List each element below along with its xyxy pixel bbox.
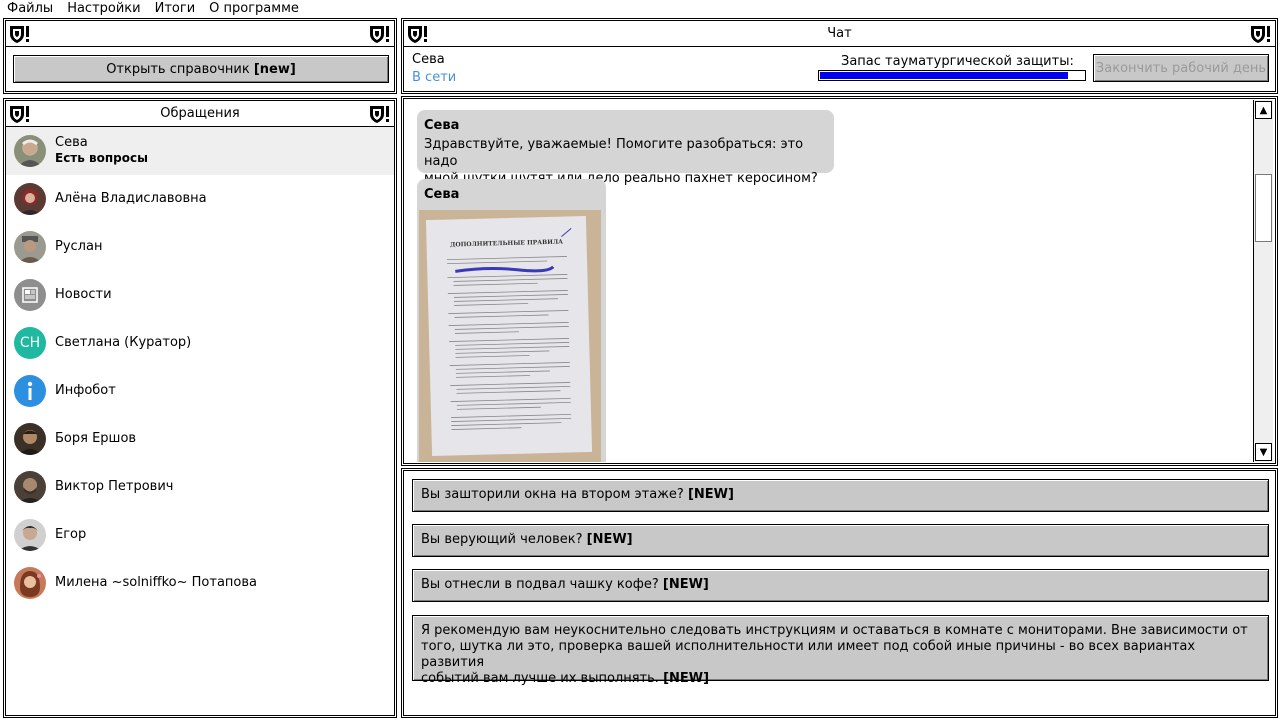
end-day-label: Закончить рабочий день [1095, 60, 1267, 76]
message-sender: Сева [424, 187, 460, 202]
shield-icon [370, 26, 389, 43]
contact-name: Инфобот [55, 383, 116, 398]
protection-progress-bar [818, 70, 1086, 81]
answer-option[interactable]: Я рекомендую вам неукоснительно следоват… [412, 615, 1269, 686]
chat-titlebar: Чат [404, 21, 1275, 47]
answer-option[interactable]: Вы отнесли в подвал чашку кофе? [NEW] [412, 569, 1269, 602]
contact-name: Руслан [55, 239, 103, 254]
photo-avatar-man-dark [14, 423, 46, 455]
contacts-panel: Обращения Сева Есть вопросы Алёна Владис… [3, 98, 397, 718]
contact-name: Сева [55, 135, 88, 150]
answer-text: Вы зашторили окна на втором этаже? [421, 487, 684, 502]
contact-name: Егор [55, 527, 87, 542]
open-reference-button[interactable]: Открыть справочник [new] [13, 55, 389, 83]
contact-name: Новости [55, 287, 112, 302]
shield-icon [408, 26, 427, 43]
answer-text-line: того, шутка ли это, проверка вашей испол… [421, 639, 1196, 670]
menu-settings[interactable]: Настройки [60, 0, 147, 17]
menu-bar: Файлы Настройки Итоги О программе [0, 0, 1280, 17]
contact-item[interactable]: СН Светлана (Куратор) [6, 319, 395, 367]
shield-icon [1251, 26, 1270, 43]
photo-avatar-young-man [14, 519, 46, 551]
contact-item[interactable]: Виктор Петрович [6, 463, 395, 511]
newspaper-icon [14, 279, 46, 311]
initials-avatar: СН [14, 327, 46, 359]
contact-item[interactable]: Боря Ершов [6, 415, 395, 463]
contact-name: Боря Ершов [55, 431, 137, 446]
info-icon [14, 375, 46, 407]
shield-icon [10, 26, 29, 43]
contact-name: Светлана (Куратор) [55, 335, 192, 350]
open-reference-label: Открыть справочник [106, 61, 250, 77]
message-text-line: Здравствуйте, уважаемые! Помогите разобр… [424, 137, 804, 169]
menu-about[interactable]: О программе [202, 0, 306, 17]
contact-item[interactable]: Милена ~solniffko~ Потапова [6, 559, 395, 607]
left-top-titlebar [6, 21, 394, 47]
chat-contact-name: Сева [412, 52, 445, 67]
contact-item[interactable]: Егор [6, 511, 395, 559]
photo-avatar-girl [14, 567, 46, 599]
message-bubble: Сева ДОПОЛНИТЕЛЬНЫЕ ПРАВИЛА [417, 179, 606, 462]
contact-item[interactable]: Инфобот [6, 367, 395, 415]
menu-results[interactable]: Итоги [148, 0, 203, 17]
photo-avatar-man-beard [14, 471, 46, 503]
protection-progress-fill [820, 72, 1069, 79]
contact-name: Виктор Петрович [55, 479, 174, 494]
answer-text: Вы отнесли в подвал чашку кофе? [421, 577, 659, 592]
document-photo[interactable]: ДОПОЛНИТЕЛЬНЫЕ ПРАВИЛА [419, 210, 601, 462]
contacts-title: Обращения [160, 106, 240, 121]
document-text-lines [446, 227, 572, 430]
end-day-button[interactable]: Закончить рабочий день [1093, 54, 1269, 82]
contact-name: Милена ~solniffko~ Потапова [55, 575, 258, 590]
contact-item[interactable]: Новости [6, 271, 395, 319]
new-badge: [NEW] [586, 532, 633, 547]
document-paper: ДОПОЛНИТЕЛЬНЫЕ ПРАВИЛА [425, 215, 593, 457]
contact-item[interactable]: Руслан [6, 223, 395, 271]
new-badge: [NEW] [687, 487, 734, 502]
chat-title: Чат [827, 26, 852, 41]
answer-text-line: событий вам лучше их выполнять. [421, 671, 659, 686]
chat-contact-status: В сети [412, 70, 457, 85]
scroll-up-arrow-icon[interactable]: ▲ [1255, 101, 1272, 119]
contact-item[interactable]: Сева Есть вопросы [6, 127, 395, 175]
contact-status: Есть вопросы [55, 151, 148, 165]
answer-text: Вы верующий человек? [421, 532, 583, 547]
message-bubble: Сева Здравствуйте, уважаемые! Помогите р… [417, 110, 834, 186]
contact-item[interactable]: Алёна Владиславовна [6, 175, 395, 223]
left-top-panel: Открыть справочник [new] [3, 18, 397, 94]
menu-files[interactable]: Файлы [0, 0, 60, 17]
message-sender: Сева [424, 118, 460, 133]
photo-avatar-old-man [14, 135, 46, 167]
contacts-titlebar: Обращения [6, 101, 394, 127]
scroll-down-arrow-icon[interactable]: ▼ [1255, 443, 1272, 461]
shield-icon [370, 106, 389, 123]
avatar-initials: СН [19, 335, 41, 351]
answer-option[interactable]: Вы верующий человек? [NEW] [412, 524, 1269, 557]
new-badge: [NEW] [662, 577, 709, 592]
answer-text-line: Я рекомендую вам неукоснительно следоват… [421, 623, 1248, 638]
new-badge: [new] [253, 61, 296, 77]
scroll-thumb[interactable] [1255, 174, 1272, 242]
new-badge: [NEW] [663, 671, 710, 686]
shield-icon [10, 106, 29, 123]
protection-label: Запас тауматургической защиты: [841, 54, 1074, 69]
chat-scrollbar[interactable]: ▲ ▼ [1253, 100, 1273, 462]
contact-name: Алёна Владиславовна [55, 191, 207, 206]
photo-avatar-woman-red [14, 183, 46, 215]
photo-avatar-man-cap [14, 231, 46, 263]
answer-option[interactable]: Вы зашторили окна на втором этаже? [NEW] [412, 479, 1269, 512]
